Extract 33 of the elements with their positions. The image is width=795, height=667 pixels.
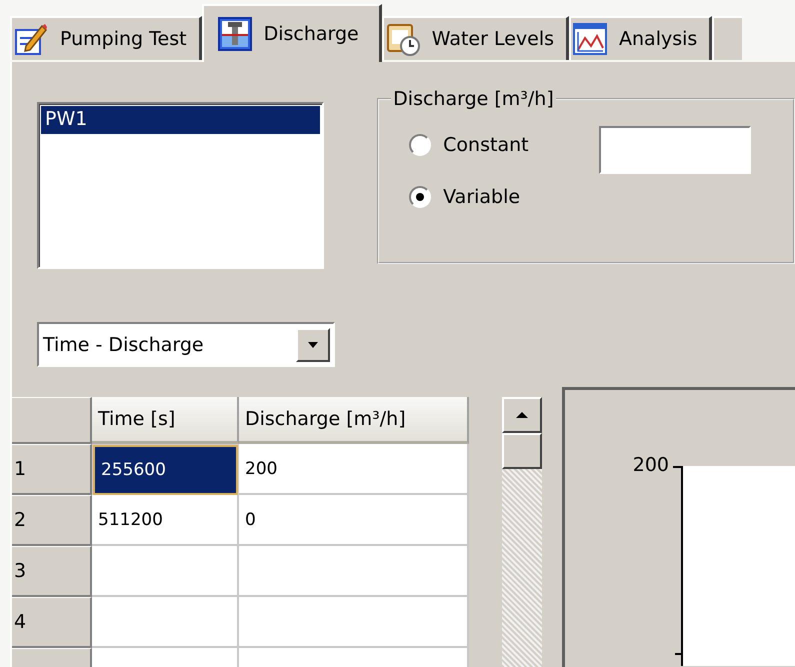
table-cell: 0 [239, 495, 469, 546]
tab[interactable]: Discharge [202, 4, 382, 62]
scroll-thumb[interactable] [502, 433, 542, 469]
tab[interactable]: Water Levels [382, 16, 570, 60]
notepad-pencil-icon [14, 22, 48, 56]
chart-window-icon [573, 22, 608, 56]
scrollbar[interactable] [502, 397, 542, 667]
column-header[interactable]: Time [s] [92, 397, 239, 444]
radio-label: Constant [443, 134, 529, 156]
radio-button[interactable] [409, 186, 432, 208]
input-field[interactable] [598, 126, 751, 174]
tab[interactable]: Analysis [569, 16, 712, 60]
calendar-clock-icon [386, 22, 420, 56]
column-header[interactable]: Discharge [m³/h] [239, 397, 469, 444]
caret-icon [307, 340, 319, 348]
table-cell: 511200 [92, 495, 239, 546]
scroll-up-button[interactable] [502, 397, 542, 433]
row-header[interactable]: 2 [12, 495, 92, 546]
pump-icon [218, 17, 252, 51]
view-dropdown[interactable]: Time - Discharge [37, 322, 335, 367]
up-arrow-icon [515, 411, 529, 419]
table-cell: 255600 [93, 445, 238, 495]
row-header[interactable]: 3 [12, 546, 92, 597]
table-cell: 200 [239, 444, 469, 495]
y-tick-label: 200 [632, 454, 669, 476]
tab[interactable]: Pumping Test [10, 16, 202, 60]
radio-button[interactable] [409, 134, 432, 156]
dropdown-button[interactable] [296, 328, 330, 362]
list-item[interactable]: PW1 [41, 106, 320, 134]
radio-label: Variable [443, 186, 520, 208]
group-title: Discharge [m³/h] [392, 88, 555, 110]
row-header[interactable]: 4 [12, 597, 92, 648]
row-header[interactable]: 1 [12, 444, 92, 495]
